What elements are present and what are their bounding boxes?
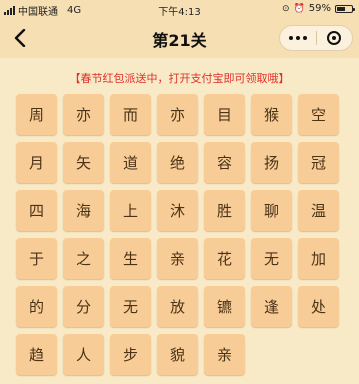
character-tile[interactable]: 海: [63, 190, 104, 231]
character-tile[interactable]: 道: [110, 142, 151, 183]
screen: 中国联通 4G 下午4:13 ⊙ ⏰ 59% 第21关 【春节红包派送中，打开支…: [0, 0, 359, 384]
character-tile[interactable]: 步: [110, 334, 151, 375]
character-tile[interactable]: 空: [298, 94, 339, 135]
character-tile[interactable]: 亦: [157, 94, 198, 135]
character-grid: 周亦而亦目猴空月矢道绝容扬冠四海上沐胜聊温于之生亲花无加的分无放镳逢处趋人步貌亲: [16, 94, 348, 375]
character-tile[interactable]: 人: [63, 334, 104, 375]
character-tile[interactable]: 四: [16, 190, 57, 231]
character-tile[interactable]: 聊: [251, 190, 292, 231]
close-miniprogram-button[interactable]: [317, 26, 353, 50]
character-tile[interactable]: 加: [298, 238, 339, 279]
character-tile[interactable]: 放: [157, 286, 198, 327]
character-tile[interactable]: 处: [298, 286, 339, 327]
character-tile[interactable]: 于: [16, 238, 57, 279]
character-tile[interactable]: 沐: [157, 190, 198, 231]
character-tile[interactable]: 周: [16, 94, 57, 135]
promo-notice: 【春节红包派送中，打开支付宝即可领取哦】: [69, 72, 290, 85]
character-tile[interactable]: 胜: [204, 190, 245, 231]
character-tile[interactable]: 镳: [204, 286, 245, 327]
character-tile[interactable]: 亲: [157, 238, 198, 279]
character-tile[interactable]: 之: [63, 238, 104, 279]
nav-bar: 第21关: [0, 18, 359, 58]
character-tile[interactable]: 貌: [157, 334, 198, 375]
character-tile[interactable]: 月: [16, 142, 57, 183]
character-tile[interactable]: 冠: [298, 142, 339, 183]
character-tile[interactable]: 亦: [63, 94, 104, 135]
character-tile[interactable]: 花: [204, 238, 245, 279]
character-tile[interactable]: 容: [204, 142, 245, 183]
lock-rotation-icon: ⊙: [282, 3, 290, 14]
status-right: ⊙ ⏰ 59%: [282, 3, 355, 14]
character-tile[interactable]: 矢: [63, 142, 104, 183]
character-tile[interactable]: 分: [63, 286, 104, 327]
character-tile[interactable]: 无: [251, 238, 292, 279]
character-tile[interactable]: 上: [110, 190, 151, 231]
character-tile[interactable]: 亲: [204, 334, 245, 375]
character-tile[interactable]: 温: [298, 190, 339, 231]
character-tile[interactable]: 生: [110, 238, 151, 279]
character-tile[interactable]: 扬: [251, 142, 292, 183]
alarm-icon: ⏰: [293, 3, 305, 14]
character-tile[interactable]: 无: [110, 286, 151, 327]
status-bar: 中国联通 4G 下午4:13 ⊙ ⏰ 59%: [0, 0, 359, 18]
character-tile[interactable]: 而: [110, 94, 151, 135]
battery-percent: 59%: [308, 3, 331, 14]
character-tile[interactable]: 目: [204, 94, 245, 135]
miniprogram-capsule: [279, 25, 353, 51]
character-tile[interactable]: 趋: [16, 334, 57, 375]
character-tile[interactable]: 猴: [251, 94, 292, 135]
more-dots-icon: [288, 36, 307, 40]
target-circle-icon: [327, 31, 342, 45]
character-tile[interactable]: 的: [16, 286, 57, 327]
more-button[interactable]: [280, 26, 316, 50]
battery-icon: [335, 4, 355, 13]
character-tile[interactable]: 逢: [251, 286, 292, 327]
character-tile[interactable]: 绝: [157, 142, 198, 183]
